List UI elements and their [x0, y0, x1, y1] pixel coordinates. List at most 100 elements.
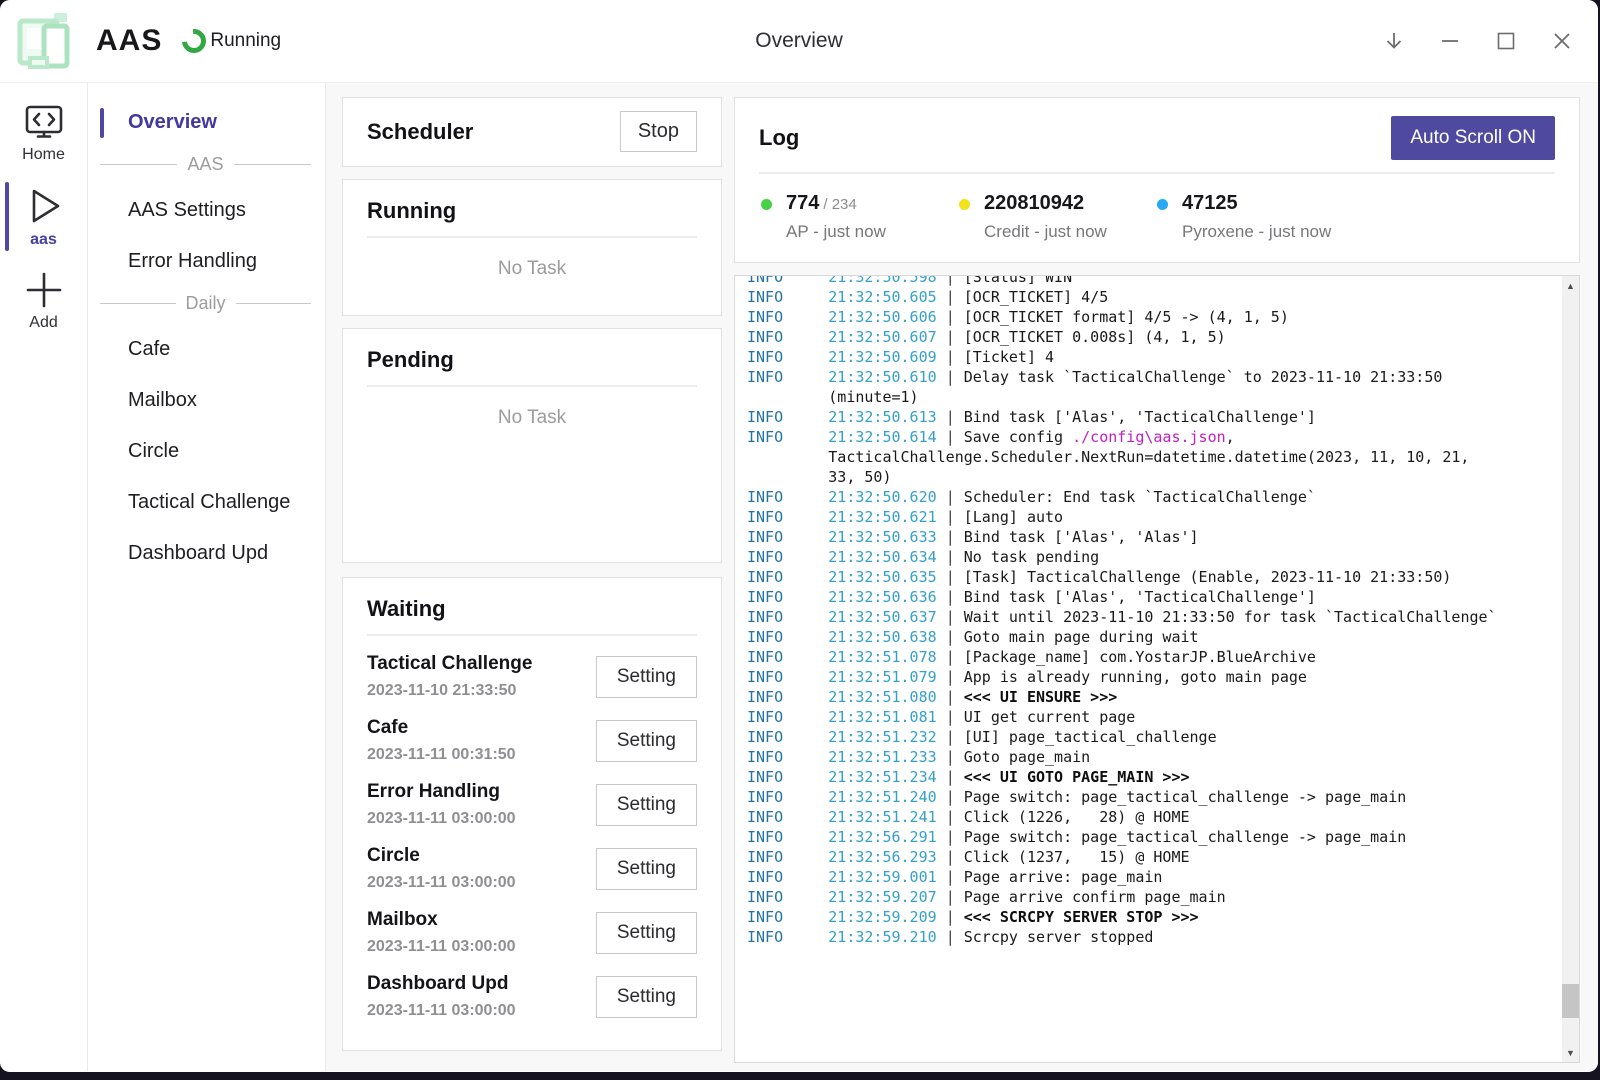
task-setting-button[interactable]: Setting [596, 784, 697, 826]
update-download-button[interactable] [1366, 0, 1422, 82]
running-spinner-icon [177, 24, 211, 58]
stat-body: 47125Pyroxene - just now [1182, 192, 1331, 242]
maximize-icon [1495, 30, 1517, 52]
close-button[interactable] [1534, 0, 1590, 82]
stat-value: 220810942 [984, 192, 1084, 214]
task-next-run: 2023-11-11 00:31:50 [367, 746, 516, 764]
running-empty-text: No Task [367, 258, 697, 280]
scroll-up-button[interactable]: ▲ [1562, 277, 1579, 294]
stat-body: 774/ 234 AP - just now [786, 192, 886, 242]
minimize-icon [1439, 30, 1461, 52]
log-card: Log Auto Scroll ON 774/ 234 AP - just now… [734, 97, 1580, 263]
rail-item-home[interactable]: Home [0, 97, 87, 168]
rail-item-aas[interactable]: aas [0, 178, 87, 253]
task-next-run: 2023-11-11 03:00:00 [367, 1002, 516, 1020]
main-content: Scheduler Stop Running No Task Pending N… [326, 83, 1598, 1071]
rail-item-label: Add [29, 314, 57, 332]
nav-sidebar: Overview AAS AAS Settings Error Handling Dai… [88, 83, 326, 1071]
close-icon [1551, 30, 1573, 52]
task-setting-button[interactable]: Setting [596, 976, 697, 1018]
nav-section-divider: Daily [100, 293, 311, 314]
nav-item-label: Tactical Challenge [128, 491, 290, 513]
nav-item-label: AAS Settings [128, 199, 246, 221]
app-window: AAS Running Overview [0, 0, 1598, 1072]
auto-scroll-button[interactable]: Auto Scroll ON [1391, 116, 1555, 160]
nav-item-circle[interactable]: Circle [88, 430, 325, 473]
nav-item-overview[interactable]: Overview [88, 101, 325, 144]
log-column: Log Auto Scroll ON 774/ 234 AP - just now… [734, 97, 1580, 1063]
stat-body: 220810942 Credit - just now [984, 192, 1107, 242]
waiting-card: Waiting Tactical Challenge 2023-11-10 21:… [342, 577, 722, 1051]
divider [367, 236, 697, 238]
log-viewport: INFO 21:32:50.598 | [Status] WIN INFO 21… [735, 276, 1562, 1062]
nav-item-dashboard-upd[interactable]: Dashboard Upd [88, 532, 325, 575]
nav-item-aas-settings[interactable]: AAS Settings [88, 189, 325, 232]
rail-item-add[interactable]: Add [0, 263, 87, 336]
task-setting-button[interactable]: Setting [596, 912, 697, 954]
stat-dot [1157, 199, 1168, 210]
pending-title: Pending [367, 347, 697, 373]
nav-item-tactical-challenge[interactable]: Tactical Challenge [88, 481, 325, 524]
task-info: Dashboard Upd 2023-11-11 03:00:00 [367, 973, 516, 1020]
task-next-run: 2023-11-11 03:00:00 [367, 810, 516, 828]
task-row: Mailbox2023-11-11 03:00:00 Setting [367, 909, 697, 956]
nav-section-divider: AAS [100, 154, 311, 175]
stat-dot [761, 199, 772, 210]
minimize-button[interactable] [1422, 0, 1478, 82]
running-title: Running [367, 198, 697, 224]
task-row: Tactical Challenge 2023-11-10 21:33:50 Set… [367, 653, 697, 700]
stat-label: Credit - just now [984, 222, 1107, 242]
nav-item-cafe[interactable]: Cafe [88, 328, 325, 371]
task-name: Tactical Challenge [367, 653, 532, 675]
stat-item: 774/ 234 AP - just now [759, 192, 957, 242]
stop-button[interactable]: Stop [620, 111, 697, 152]
log-output: INFO 21:32:50.598 | [Status] WIN INFO 21… [747, 276, 1562, 947]
scroll-down-button[interactable]: ▼ [1562, 1044, 1579, 1061]
icon-rail: Home aas Add [0, 83, 88, 1071]
waiting-title: Waiting [367, 596, 697, 622]
task-setting-button[interactable]: Setting [596, 720, 697, 762]
task-next-run: 2023-11-11 03:00:00 [367, 938, 516, 956]
stat-label: AP - just now [786, 222, 886, 242]
log-box[interactable]: INFO 21:32:50.598 | [Status] WIN INFO 21… [734, 275, 1580, 1063]
nav-item-label: Overview [128, 111, 217, 133]
task-name: Dashboard Upd [367, 973, 516, 995]
running-card: Running No Task [342, 179, 722, 316]
task-info: Cafe2023-11-11 00:31:50 [367, 717, 516, 764]
log-scrollbar[interactable]: ▲ ▼ [1562, 276, 1579, 1062]
rail-item-label: aas [30, 231, 57, 249]
task-setting-button[interactable]: Setting [596, 656, 697, 698]
stat-value-row: 47125 [1182, 192, 1331, 215]
app-title: AAS [96, 24, 162, 58]
plus-icon [23, 269, 65, 311]
stat-value-row: 220810942 [984, 192, 1107, 215]
stat-item: 47125Pyroxene - just now [1155, 192, 1353, 242]
task-row: Error Handling 2023-11-11 03:00:00 Setting [367, 781, 697, 828]
task-setting-button[interactable]: Setting [596, 848, 697, 890]
stat-value: 47125 [1182, 192, 1238, 214]
nav-item-label: Mailbox [128, 389, 197, 411]
task-name: Error Handling [367, 781, 516, 803]
nav-item-label: Dashboard Upd [128, 542, 268, 564]
divider [367, 385, 697, 387]
dashboard-stats: 774/ 234 AP - just now 220810942 Credit - j… [759, 192, 1555, 242]
running-status: Running [210, 30, 281, 52]
nav-item-error-handling[interactable]: Error Handling [88, 240, 325, 283]
divider [367, 634, 697, 636]
pending-empty-text: No Task [367, 407, 697, 429]
rail-item-label: Home [22, 146, 65, 164]
log-title: Log [759, 125, 799, 151]
stat-value-row: 774/ 234 [786, 192, 886, 215]
nav-item-mailbox[interactable]: Mailbox [88, 379, 325, 422]
play-icon [22, 184, 66, 228]
task-next-run: 2023-11-10 21:33:50 [367, 682, 532, 700]
task-info: Mailbox2023-11-11 03:00:00 [367, 909, 516, 956]
scrollbar-thumb[interactable] [1562, 984, 1579, 1018]
titlebar: AAS Running Overview [0, 0, 1598, 83]
selected-indicator [5, 182, 9, 251]
maximize-button[interactable] [1478, 0, 1534, 82]
nav-item-label: Circle [128, 440, 179, 462]
stat-suffix: / 234 [823, 196, 856, 213]
nav-item-label: Error Handling [128, 250, 257, 272]
stat-item: 220810942 Credit - just now [957, 192, 1155, 242]
